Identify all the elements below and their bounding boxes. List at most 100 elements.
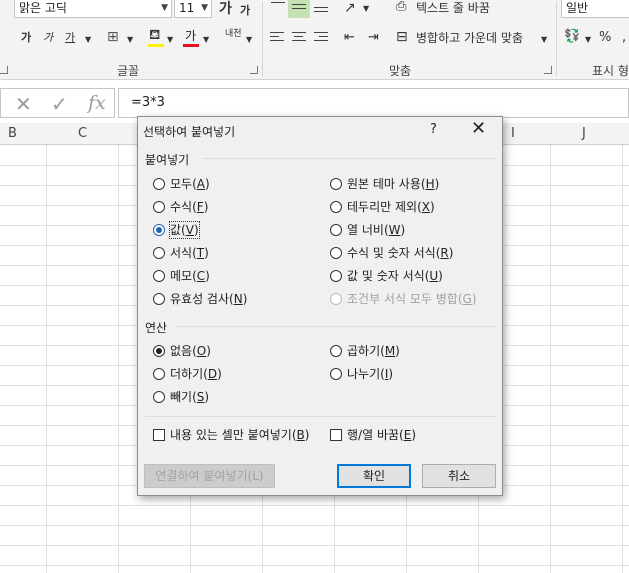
align-middle-button[interactable] [288,0,310,18]
underline-button[interactable]: 가 [65,30,75,46]
radio-circle [330,270,342,282]
checkbox-box [153,429,165,441]
ribbon: 맑은 고딕 ▼ 11 ▼ 가 가 ↗ ▼ ⎙ 텍스트 줄 바꿈 일반 가 가 가… [0,0,629,80]
shrink-font-button[interactable]: 가 [240,3,250,19]
checkbox-box [330,429,342,441]
radio-circle [330,224,342,236]
gridline [118,145,119,573]
radio-circle [153,345,165,357]
gridline [0,525,629,526]
column-header-j[interactable]: J [582,126,586,141]
cancel-button[interactable]: 취소 [422,464,496,488]
ok-button[interactable]: 확인 [337,464,411,488]
borders-icon[interactable]: ⊞ [107,29,119,45]
align-right-icon[interactable] [314,32,328,44]
insert-function-icon[interactable]: fx [88,92,106,114]
radio-circle [153,178,165,190]
font-size-combo[interactable]: 11 ▼ [174,0,212,18]
alignment-group-label: 맞춤 [389,64,412,78]
paste-option-label: 값 및 숫자 서식(U) [347,269,443,283]
wrap-text-button[interactable]: 텍스트 줄 바꿈 [416,0,490,16]
font-dialog-launcher-icon[interactable] [250,66,258,74]
fill-color-icon[interactable]: ⛾ [149,27,160,43]
number-format-combo[interactable]: 일반 [561,0,629,18]
align-top-icon[interactable] [271,2,285,14]
fill-color-swatch [148,44,164,47]
paste-option-label: 테두리만 제외(X) [347,200,435,214]
column-header-c[interactable]: C [78,126,87,141]
phonetic-button[interactable]: 내천 [225,29,242,39]
font-size-value: 11 [179,1,195,15]
decrease-indent-icon[interactable]: ⇤ [344,30,355,46]
increase-indent-icon[interactable]: ⇥ [368,30,379,46]
bold-button[interactable]: 가 [21,30,31,46]
orientation-icon[interactable]: ↗ [344,0,356,16]
formula-value: =3*3 [131,95,165,110]
alignment-dialog-launcher-icon[interactable] [544,66,552,74]
chevron-down-icon: ▼ [127,35,134,44]
skip-blanks-label: 내용 있는 셀만 붙여넣기(B) [170,428,310,442]
grow-font-button[interactable]: 가 [219,1,232,17]
merge-center-button[interactable]: 병합하고 가운데 맞춤 [416,30,523,46]
chevron-down-icon: ▼ [541,35,548,44]
radio-circle [330,247,342,259]
font-name-value: 맑은 고딕 [19,1,67,15]
paste-option-label: 유효성 검사(N) [170,292,248,306]
radio-circle [330,201,342,213]
currency-format-icon[interactable]: 💱 [564,29,580,45]
chevron-down-icon: ▼ [363,4,370,13]
radio-circle [153,391,165,403]
paste-option-label: 조건부 서식 모두 병합(G) [347,292,477,306]
paste-section-label: 붙여넣기 [145,153,190,167]
align-bottom-icon[interactable] [314,7,328,19]
paste-link-button[interactable]: 연결하여 붙여넣기(L) [144,464,275,488]
paste-option-label: 값(V) [169,221,200,239]
paste-special-dialog: 선택하여 붙여넣기 ? ✕ 붙여넣기 모두(A) 수식(F) 값(V) 서식(T) 메모… [137,116,503,496]
column-header-b[interactable]: B [8,126,17,141]
operation-option-label: 없음(O) [170,344,211,358]
section-divider [145,416,496,417]
font-name-combo[interactable]: 맑은 고딕 ▼ [14,0,172,18]
paste-option-label: 모두(A) [170,177,210,191]
operation-section-label: 연산 [145,321,168,335]
font-color-button[interactable]: 가 [185,28,196,44]
percent-button[interactable]: % [599,30,611,46]
close-button[interactable]: ✕ [471,119,486,139]
number-format-value: 일반 [566,1,589,15]
wrap-text-icon: ⎙ [396,0,407,14]
gridline [550,145,551,573]
operation-option-label: 나누기(I) [347,367,394,381]
formula-input[interactable]: =3*3 [118,88,629,118]
help-button[interactable]: ? [430,122,437,137]
operation-option-label: 더하기(D) [170,367,222,381]
italic-button[interactable]: 가 [43,30,53,46]
gridline [0,545,629,546]
paste-option-label: 메모(C) [170,269,210,283]
align-left-icon[interactable] [270,32,284,44]
chevron-down-icon: ▼ [201,3,208,13]
chevron-down-icon: ▼ [203,35,210,44]
cancel-icon[interactable]: ✕ [15,92,32,116]
comma-style-button[interactable]: , [622,30,626,46]
clipboard-dialog-launcher-icon[interactable] [0,66,8,74]
transpose-label: 행/열 바꿈(E) [347,428,416,442]
number-group-label: 표시 형 [592,64,629,78]
formula-bar: ✕ ✓ fx =3*3 [0,88,629,118]
radio-circle [153,247,165,259]
chevron-down-icon: ▼ [85,35,92,44]
gridline [622,145,623,573]
ribbon-separator [556,2,557,76]
radio-circle [153,201,165,213]
radio-circle [330,368,342,380]
chevron-down-icon: ▼ [167,35,174,44]
section-divider [176,326,496,327]
radio-circle [153,224,165,236]
operation-option-label: 빼기(S) [170,390,210,404]
gridline [0,505,629,506]
paste-option-label: 수식 및 숫자 서식(R) [347,246,454,260]
chevron-down-icon: ▼ [246,35,253,44]
chevron-down-icon: ▼ [161,3,168,13]
enter-icon[interactable]: ✓ [51,92,68,116]
align-center-icon[interactable] [292,32,306,44]
column-header-i[interactable]: I [511,126,515,141]
